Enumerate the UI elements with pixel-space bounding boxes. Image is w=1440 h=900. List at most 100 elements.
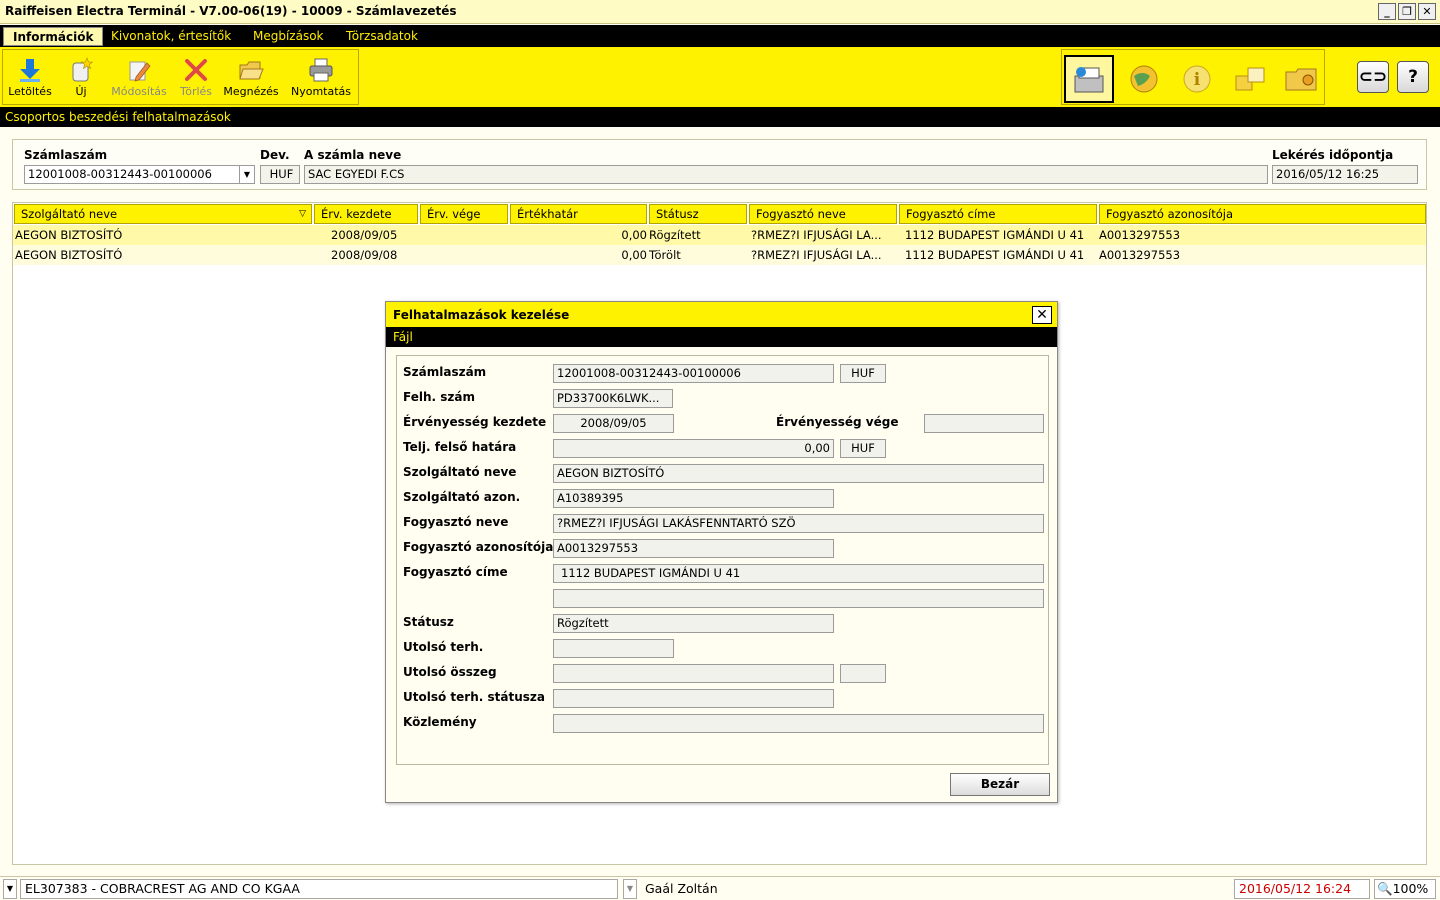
header-valid-from[interactable]: Érv. kezdete [314,204,418,224]
title-bar: Raiffeisen Electra Terminál - V7.00-06(1… [0,0,1440,24]
cell-address: 1112 BUDAPEST IGMÁNDI U 41 [905,248,1085,262]
delete-button[interactable]: Törlés [176,54,216,104]
menu-torzsadatok[interactable]: Törzsadatok [337,27,427,46]
account-number-value: 12001008-00312443-00100006 [28,167,212,181]
account-number-select[interactable]: 12001008-00312443-00100006 ▼ [24,165,255,184]
close-dialog-button[interactable]: Bezár [950,773,1050,796]
dialog-menu-file[interactable]: Fájl [386,327,1057,347]
restore-button[interactable]: ❐ [1398,3,1416,20]
header-valid-to[interactable]: Érv. vége [420,204,508,224]
label-account: Számlaszám [403,365,487,379]
status-bar: ▼ EL307383 - COBRACREST AG AND CO KGAA ▼… [0,876,1440,900]
help-button[interactable]: ? [1397,61,1429,93]
svg-text:i: i [1194,70,1201,90]
field-valid-to [924,414,1044,433]
download-label: Letöltés [8,85,52,98]
datetime: 2016/05/12 16:24 [1234,879,1370,899]
field-provider-id: A10389395 [553,489,834,508]
minimize-button[interactable]: _ [1378,3,1396,20]
link-button[interactable]: ⊂⊃ [1357,61,1389,93]
label-consumer-id: Fogyasztó azonosítója [403,540,554,554]
module-transfer-button[interactable] [1225,55,1275,103]
field-provider-name: AEGON BIZTOSÍTÓ [553,464,1044,483]
cell-end [420,245,508,265]
account-number-label: Számlaszám [24,148,108,162]
new-button[interactable]: Új [61,54,101,104]
chevron-down-icon[interactable]: ▼ [3,879,17,899]
delete-label: Törlés [179,85,213,98]
field-valid-from: 2008/09/05 [553,414,674,433]
view-label: Megnézés [223,85,279,98]
module-globe-button[interactable] [1119,55,1169,103]
close-icon: ✕ [1036,307,1048,323]
field-consumer-address-2 [553,589,1044,608]
printer-icon [309,58,333,82]
field-note [553,714,1044,733]
print-button[interactable]: Nyomtatás [288,54,354,104]
new-label: Új [75,85,87,98]
cell-status: Törölt [649,248,681,262]
field-last-amount [553,664,834,683]
dialog-title: Felhatalmazások kezelése [386,302,1057,327]
query-time-field: 2016/05/12 16:25 [1272,165,1418,184]
section-title: Csoportos beszedési felhatalmazások [0,107,1440,127]
currency-field: HUF [260,165,300,184]
cell-limit: 0,00 [621,248,647,262]
folder-settings-icon [1285,68,1317,91]
label-valid-to: Érvényesség vége [776,415,899,429]
zoom-control[interactable]: 🔍100% [1374,879,1436,899]
cell-status: Rögzített [649,228,701,242]
account-name-field: SAC EGYEDI F.CS [304,165,1268,184]
link-icon: ⊂⊃ [1358,67,1388,87]
field-last-debit [553,639,674,658]
menu-megbizasok[interactable]: Megbízások [244,27,333,46]
label-auth-no: Felh. szám [403,390,475,404]
label-consumer-address: Fogyasztó címe [403,565,508,579]
dialog-close-button[interactable]: ✕ [1032,306,1052,324]
dialog-form-panel: Számlaszám 12001008-00312443-00100006 HU… [396,355,1049,765]
download-button[interactable]: Letöltés [7,54,53,104]
cell-provider: AEGON BIZTOSÍTÓ [15,248,123,262]
account-name-label: A számla neve [304,148,402,162]
close-window-button[interactable]: ✕ [1418,3,1436,20]
cell-end [420,225,508,245]
label-note: Közlemény [403,715,477,729]
cell-consumer-id: A0013297553 [1099,228,1181,242]
table-row[interactable]: AEGON BIZTOSÍTÓ 2008/09/08 0,00 Törölt ?… [13,245,1426,265]
download-icon [20,59,40,82]
field-account-currency: HUF [840,364,886,383]
field-consumer-id: A0013297553 [553,539,834,558]
account-module-icon [1074,67,1104,93]
chevron-down-icon[interactable]: ▼ [239,166,254,183]
company-field[interactable]: EL307383 - COBRACREST AG AND CO KGAA [20,879,618,899]
header-consumer-address[interactable]: Fogyasztó címe [899,204,1097,224]
header-consumer-name[interactable]: Fogyasztó neve [749,204,897,224]
window-title: Raiffeisen Electra Terminál - V7.00-06(1… [5,4,457,18]
module-info-button[interactable]: i [1172,55,1222,103]
label-limit: Telj. felső határa [403,440,517,454]
module-icon-group: i [1061,49,1325,105]
field-last-debit-status [553,689,834,708]
modify-button[interactable]: Módosítás [107,54,171,104]
module-account-button[interactable] [1064,55,1114,103]
sort-filter-icon: ▽ [299,209,306,219]
module-folder-button[interactable] [1277,55,1327,103]
header-status[interactable]: Státusz [649,204,747,224]
menu-bar: Információk Kivonatok, értesítők Megbízá… [0,25,1440,47]
cell-consumer: ?RMEZ?I IFJUSÁGI LA... [751,228,882,242]
header-provider-name[interactable]: Szolgáltató neve ▽ [14,204,312,224]
header-limit[interactable]: Értékhatár [510,204,647,224]
account-panel: Számlaszám 12001008-00312443-00100006 ▼ … [12,139,1427,190]
chevron-down-icon[interactable]: ▼ [623,879,637,899]
menu-kivonatok[interactable]: Kivonatok, értesítők [102,27,240,46]
field-auth-no: PD33700K6LWK... [553,389,673,408]
help-icon: ? [1408,67,1418,87]
table-row[interactable]: AEGON BIZTOSÍTÓ 2008/09/05 0,00 Rögzítet… [13,225,1426,245]
header-consumer-id[interactable]: Fogyasztó azonosítója [1099,204,1426,224]
globe-icon [1130,65,1158,93]
query-time-label: Lekérés időpontja [1272,148,1394,162]
menu-informaciok[interactable]: Információk [3,27,104,46]
cell-start: 2008/09/08 [331,248,398,262]
currency-label: Dev. [260,148,290,162]
view-button[interactable]: Megnézés [222,54,280,104]
